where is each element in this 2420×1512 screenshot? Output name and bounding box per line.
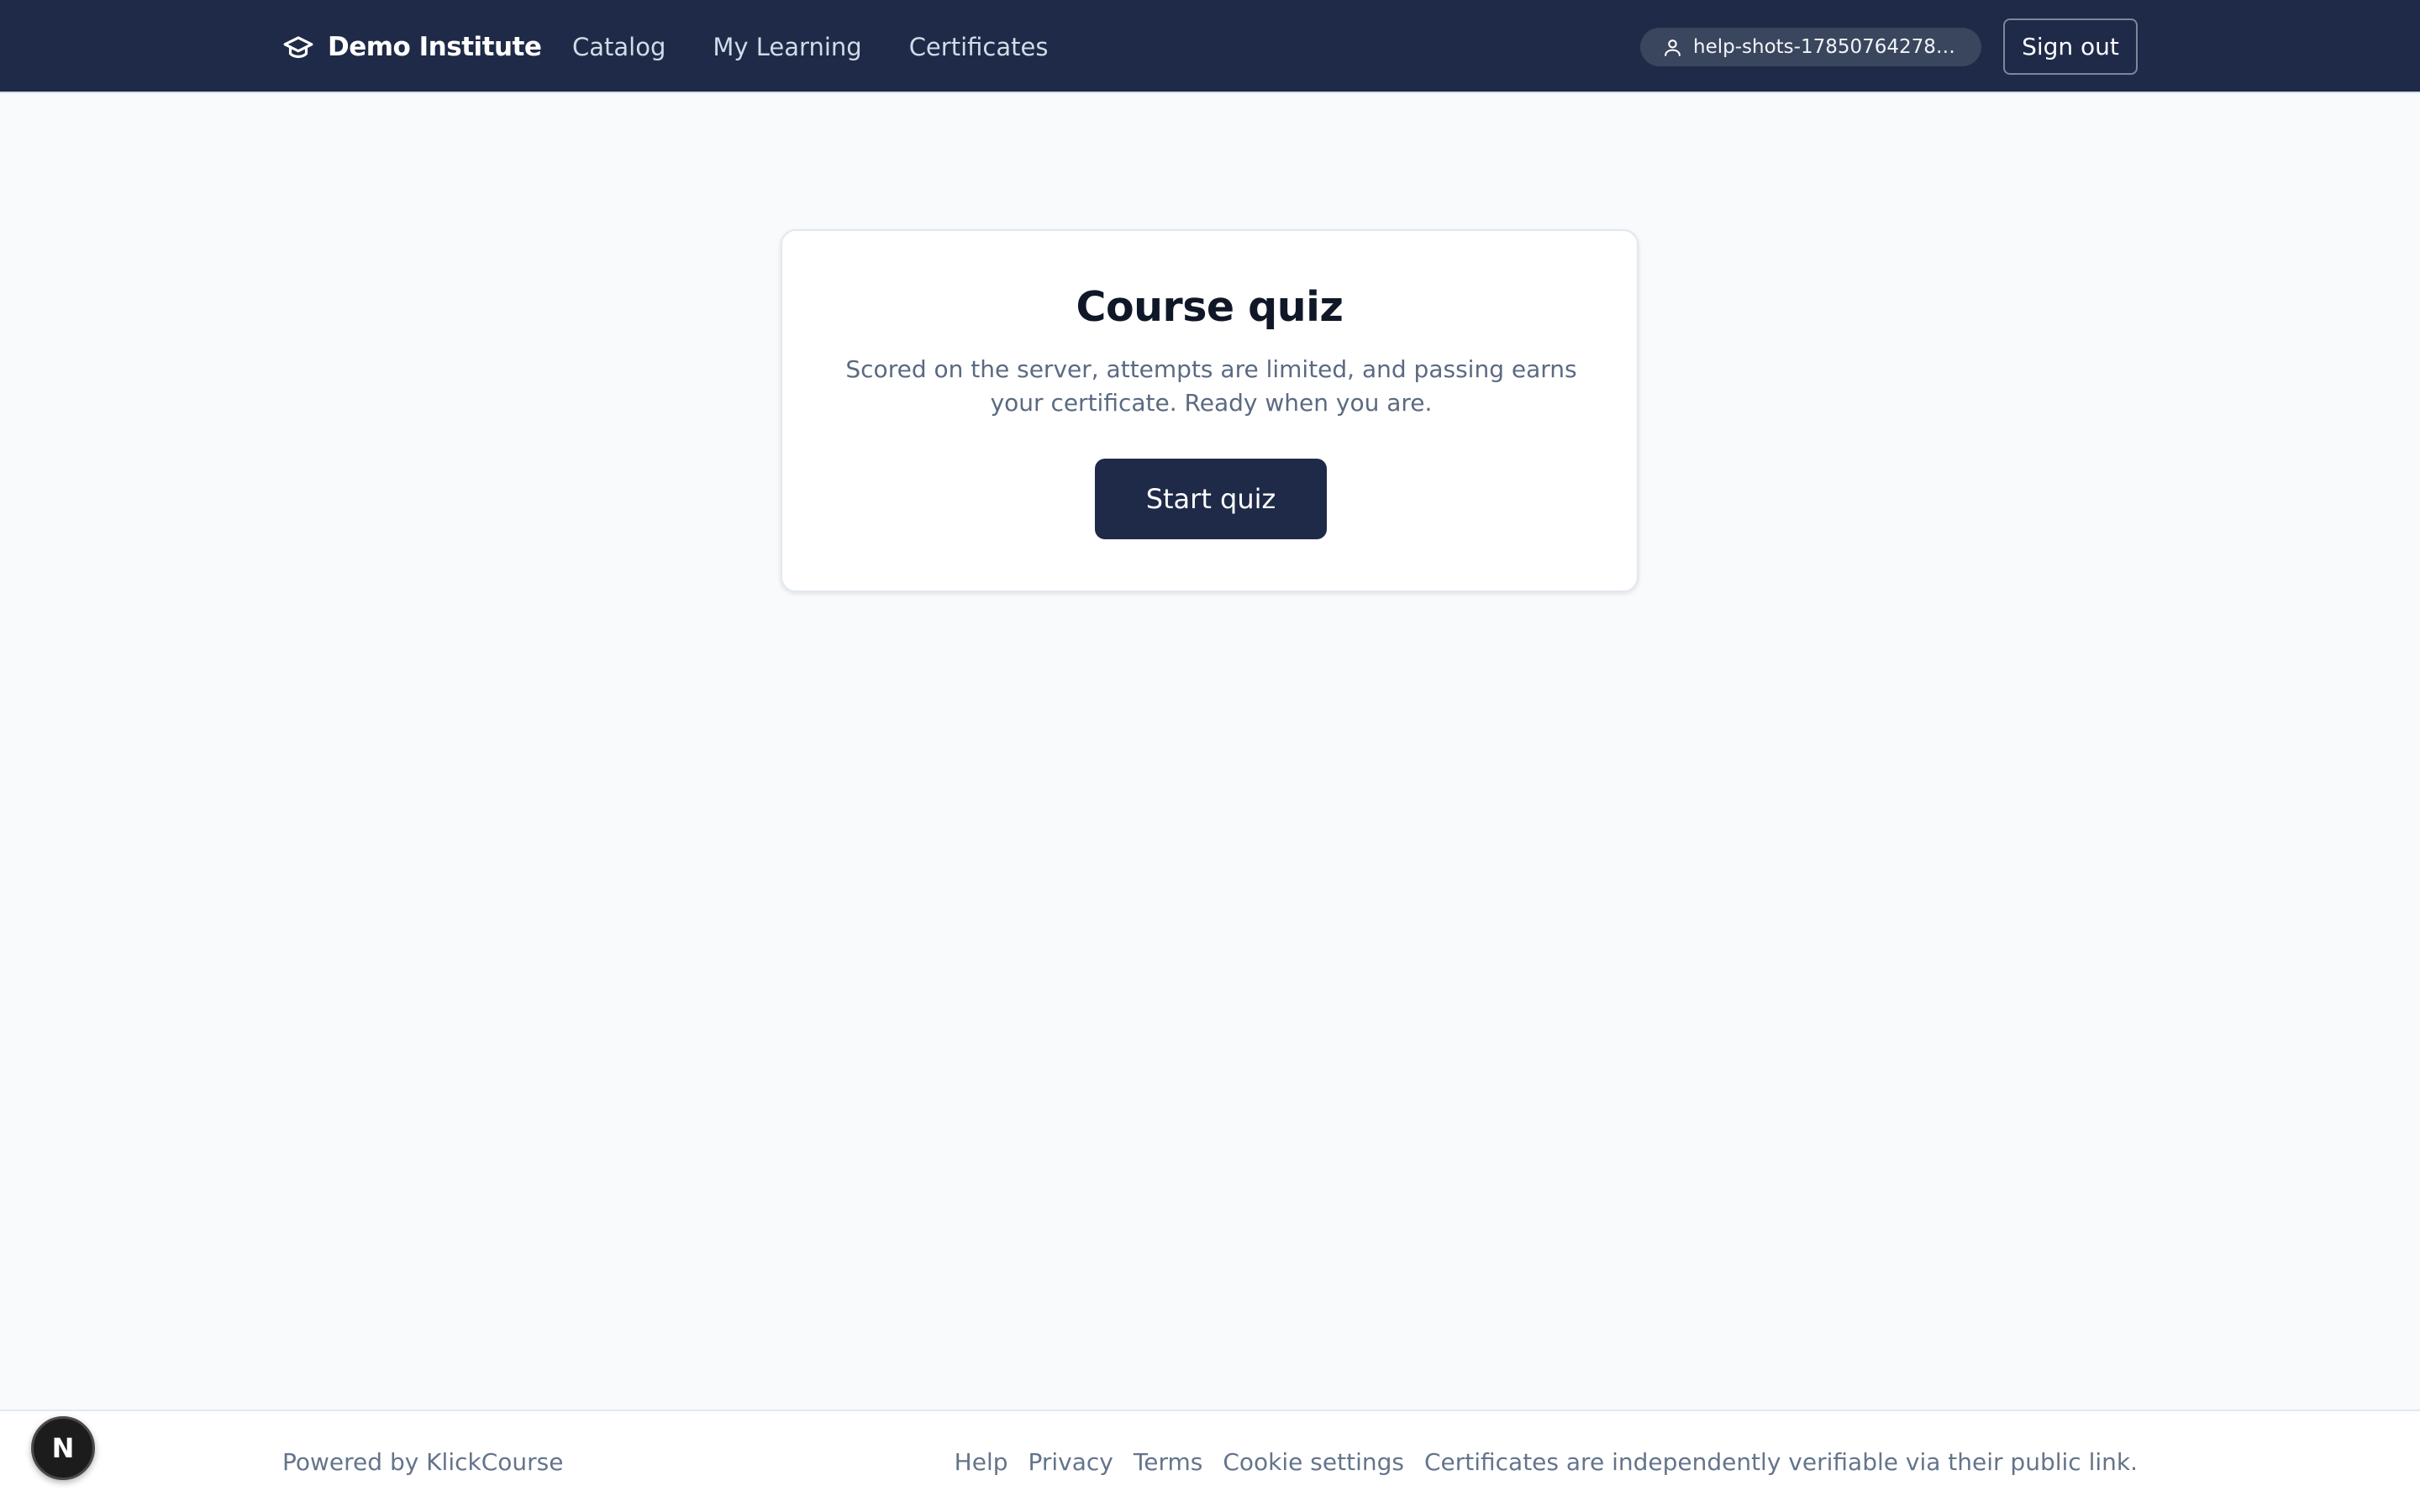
floating-n-button[interactable]: N xyxy=(31,1416,95,1480)
nav-my-learning[interactable]: My Learning xyxy=(713,33,861,61)
brand-logo[interactable]: Demo Institute xyxy=(282,0,542,93)
quiz-description: Scored on the server, attempts are limit… xyxy=(845,355,1577,417)
footer-link-privacy[interactable]: Privacy xyxy=(1028,1448,1113,1476)
quiz-title: Course quiz xyxy=(1076,283,1344,331)
user-name: help-shots-178507642781... xyxy=(1693,36,1961,58)
footer-link-cookie-settings[interactable]: Cookie settings xyxy=(1223,1448,1404,1476)
nav-catalog[interactable]: Catalog xyxy=(572,33,666,61)
page-footer: Powered by KlickCourse Help Privacy Term… xyxy=(0,1410,2420,1512)
footer-link-help[interactable]: Help xyxy=(955,1448,1008,1476)
quiz-card: Course quiz Scored on the server, attemp… xyxy=(781,229,1639,592)
graduation-cap-icon xyxy=(283,35,313,58)
footer-link-terms[interactable]: Terms xyxy=(1134,1448,1202,1476)
powered-by: Powered by KlickCourse xyxy=(282,1447,564,1476)
brand-name: Demo Institute xyxy=(328,31,542,62)
certificate-verification-note: Certificates are independently verifiabl… xyxy=(1423,1447,2138,1476)
user-icon xyxy=(1665,39,1681,56)
start-quiz-button[interactable]: Start quiz xyxy=(1095,459,1327,539)
top-navigation-bar: Demo Institute Catalog My Learning Certi… xyxy=(0,0,2420,93)
user-account-pill[interactable]: help-shots-178507642781... xyxy=(1640,28,1981,66)
main-nav: Catalog My Learning Certificates xyxy=(572,0,1048,93)
footer-links: Help Privacy Terms Cookie settings Certi… xyxy=(955,1411,2138,1512)
nav-certificates[interactable]: Certificates xyxy=(909,33,1049,61)
sign-out-button[interactable]: Sign out xyxy=(2003,18,2138,75)
